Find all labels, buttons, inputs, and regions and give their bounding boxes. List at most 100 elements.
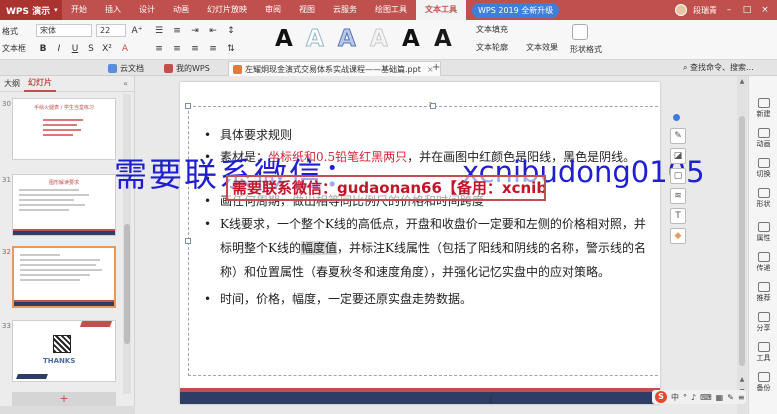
task-tools[interactable]: 工具: [749, 342, 777, 363]
slides-scrollbar[interactable]: [123, 94, 131, 394]
menu-insert[interactable]: 插入: [96, 0, 130, 20]
ime-menu-icon[interactable]: ≡: [738, 393, 745, 402]
thumb-title: 手绘火腿表 / 学生当堂练习: [34, 105, 94, 111]
tab-my-wps[interactable]: 我的WPS: [160, 61, 216, 76]
scroll-prev-icon[interactable]: ▲: [737, 376, 747, 383]
menu-review[interactable]: 审阅: [256, 0, 290, 20]
voice-icon[interactable]: ♪: [691, 393, 696, 402]
slide-thumbnail-30[interactable]: 手绘火腿表 / 学生当堂练习: [12, 98, 116, 160]
text-style-black[interactable]: A: [275, 26, 293, 52]
text-style-black-2[interactable]: A: [402, 26, 420, 52]
task-label: 备份: [756, 384, 771, 392]
strikethrough-button[interactable]: S: [84, 42, 98, 56]
animation-icon: [757, 128, 770, 138]
tab-outline[interactable]: 大纲: [0, 78, 24, 89]
minimize-icon[interactable]: –: [723, 4, 735, 16]
punctuation-icon[interactable]: °: [683, 393, 687, 402]
fill-icon[interactable]: ◪: [670, 148, 686, 164]
indent-icon[interactable]: ⇥: [188, 24, 202, 38]
align-right-icon[interactable]: ≡: [188, 42, 202, 56]
scroll-up-icon[interactable]: ▲: [737, 78, 747, 85]
task-shape[interactable]: 形状: [749, 188, 777, 209]
task-label: 推荐: [756, 294, 771, 302]
menu-view[interactable]: 视图: [290, 0, 324, 20]
task-backup[interactable]: 备份: [749, 372, 777, 393]
collapse-pane-icon[interactable]: «: [123, 79, 134, 88]
outline-icon[interactable]: ▢: [670, 168, 686, 184]
underline-button[interactable]: U: [68, 42, 82, 56]
ai-assist-icon[interactable]: ◆: [670, 228, 686, 244]
search-command-input[interactable]: ⌕ 查找命令、搜索...: [683, 62, 754, 73]
task-transfer[interactable]: 传递: [749, 252, 777, 273]
user-name[interactable]: 段瑞青: [693, 5, 717, 16]
footer-bar: [180, 392, 660, 404]
task-new[interactable]: 新建: [749, 98, 777, 119]
keyboard-icon[interactable]: ⌨: [700, 393, 712, 402]
text-outline-button[interactable]: 文本轮廓: [476, 42, 508, 53]
tab-slides[interactable]: 幻灯片: [24, 76, 56, 92]
text-effect-button[interactable]: 文本效果: [526, 42, 558, 53]
align-center-icon[interactable]: ≡: [170, 42, 184, 56]
text-style-outline-teal[interactable]: A: [306, 26, 325, 53]
text-format-icon[interactable]: T: [670, 208, 686, 224]
grow-font-icon[interactable]: A⁺: [130, 24, 144, 38]
line-spacing-icon[interactable]: ↕: [224, 24, 238, 38]
italic-button[interactable]: I: [52, 42, 66, 56]
menu-animation[interactable]: 动画: [164, 0, 198, 20]
close-icon[interactable]: ×: [759, 4, 771, 16]
menu-home[interactable]: 开始: [62, 0, 96, 20]
current-slide[interactable]: ↻ 具体要求规则 素材是：坐标纸和0.5铅笔红黑两只，并在画图中红颜色是阳线，黑…: [180, 82, 660, 404]
shape-format-icon[interactable]: [572, 24, 588, 40]
edit-shape-icon[interactable]: ✎: [670, 128, 686, 144]
add-slide-button[interactable]: +: [12, 392, 116, 406]
recommend-icon: [757, 282, 770, 292]
task-recommend[interactable]: 推荐: [749, 282, 777, 303]
textbox-label[interactable]: 文本框: [2, 43, 26, 54]
task-label: 形状: [756, 200, 771, 208]
maximize-icon[interactable]: □: [741, 4, 753, 16]
ime-mode-icon[interactable]: 中: [671, 392, 679, 403]
align-left-icon[interactable]: ≡: [152, 42, 166, 56]
superscript-button[interactable]: X²: [100, 42, 114, 56]
handwrite-icon[interactable]: ✎: [727, 393, 734, 402]
outdent-icon[interactable]: ⇤: [206, 24, 220, 38]
slide-thumbnail-33[interactable]: THANKS: [12, 320, 116, 382]
menu-cloud[interactable]: 云服务: [324, 0, 366, 20]
new-icon: [757, 98, 770, 108]
layers-icon[interactable]: ≋: [670, 188, 686, 204]
shape-format-button[interactable]: 形状格式: [570, 44, 602, 55]
text-style-dark[interactable]: A: [434, 26, 452, 52]
slide-thumbnail-32[interactable]: [12, 246, 116, 308]
justify-icon[interactable]: ≡: [206, 42, 220, 56]
menu-text-tools[interactable]: 文本工具: [416, 0, 466, 20]
menu-drawing-tools[interactable]: 绘图工具: [366, 0, 416, 20]
avatar[interactable]: [675, 4, 687, 16]
text-direction-icon[interactable]: ⇅: [224, 42, 238, 56]
tab-current-ppt[interactable]: 左耀炯现金演式交易体系实战课程——基础篇.ppt ×: [228, 61, 441, 76]
task-transition[interactable]: 切换: [749, 158, 777, 179]
tab-cloud-docs[interactable]: 云文档: [104, 61, 150, 76]
add-tab-icon[interactable]: +: [432, 62, 440, 73]
app-menu-button[interactable]: WPS 演示 ▾: [0, 0, 62, 20]
bullets-icon[interactable]: ☰: [152, 24, 166, 38]
task-animation[interactable]: 动画: [749, 128, 777, 149]
text-style-light[interactable]: A: [370, 26, 389, 53]
bold-button[interactable]: B: [36, 42, 50, 56]
format-painter-label[interactable]: 格式: [2, 26, 18, 37]
skin-icon[interactable]: ▦: [716, 393, 724, 402]
sogou-ime-icon[interactable]: S: [655, 391, 667, 403]
task-properties[interactable]: 属性: [749, 222, 777, 243]
menu-design[interactable]: 设计: [130, 0, 164, 20]
transition-icon: [757, 158, 770, 168]
text-fill-button[interactable]: 文本填充: [476, 24, 508, 35]
font-color-button[interactable]: A: [118, 42, 132, 56]
task-share[interactable]: 分享: [749, 312, 777, 333]
numbering-icon[interactable]: ≡: [170, 24, 184, 38]
menu-slideshow[interactable]: 幻灯片放映: [198, 0, 256, 20]
upgrade-promo[interactable]: WPS 2019 全新升级: [472, 2, 560, 18]
canvas-scrollbar[interactable]: ▲ ▲ ▼: [737, 76, 747, 414]
font-size-select[interactable]: 22: [96, 24, 126, 37]
text-style-blue[interactable]: A: [338, 26, 357, 53]
font-name-select[interactable]: 宋体: [36, 24, 92, 37]
slide-thumbnail-31[interactable]: 图形解读要求: [12, 174, 116, 236]
